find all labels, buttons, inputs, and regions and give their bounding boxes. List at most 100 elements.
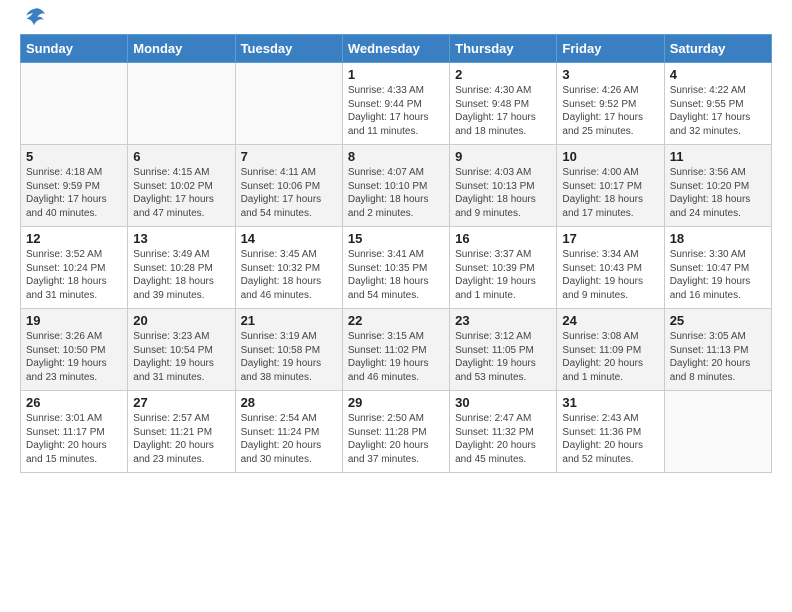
weekday-header-thursday: Thursday (450, 35, 557, 63)
day-info: Sunrise: 3:41 AM Sunset: 10:35 PM Daylig… (348, 248, 444, 302)
calendar-day-empty (21, 63, 128, 145)
calendar-day-16: 16Sunrise: 3:37 AM Sunset: 10:39 PM Dayl… (450, 227, 557, 309)
day-info: Sunrise: 2:43 AM Sunset: 11:36 PM Daylig… (562, 412, 658, 466)
day-info: Sunrise: 3:45 AM Sunset: 10:32 PM Daylig… (241, 248, 337, 302)
day-number: 2 (455, 67, 551, 82)
day-number: 20 (133, 313, 229, 328)
day-number: 10 (562, 149, 658, 164)
weekday-header-sunday: Sunday (21, 35, 128, 63)
day-number: 3 (562, 67, 658, 82)
calendar-day-15: 15 Sunrise: 3:41 AM Sunset: 10:35 PM Dayl… (342, 227, 449, 309)
calendar-day-22: 22 Sunrise: 3:15 AM Sunset: 11:02 PM Dayl… (342, 309, 449, 391)
calendar-day-31: 31 Sunrise: 2:43 AM Sunset: 11:36 PM Dayl… (557, 391, 664, 473)
calendar-day-20: 20 Sunrise: 3:23 AM Sunset: 10:54 PM Dayl… (128, 309, 235, 391)
calendar-week-row: 5 Sunrise: 4:18 AM Sunset: 9:59 PM Daylig… (21, 145, 772, 227)
day-number: 11 (670, 149, 766, 164)
day-info: Sunrise: 4:07 AM Sunset: 10:10 PM Daylig… (348, 166, 444, 220)
day-info: Sunrise: 3:15 AM Sunset: 11:02 PM Daylig… (348, 330, 444, 384)
calendar-day-25: 25 Sunrise: 3:05 AM Sunset: 11:13 PM Dayl… (664, 309, 771, 391)
calendar-day-2: 2 Sunrise: 4:30 AM Sunset: 9:48 PM Daylig… (450, 63, 557, 145)
calendar-day-23: 23 Sunrise: 3:12 AM Sunset: 11:05 PM Dayl… (450, 309, 557, 391)
day-info: Sunrise: 2:47 AM Sunset: 11:32 PM Daylig… (455, 412, 551, 466)
day-number: 25 (670, 313, 766, 328)
day-info: Sunrise: 4:30 AM Sunset: 9:48 PM Dayligh… (455, 84, 551, 138)
logo-bird-icon (24, 6, 46, 28)
day-number: 6 (133, 149, 229, 164)
day-info: Sunrise: 4:33 AM Sunset: 9:44 PM Dayligh… (348, 84, 444, 138)
calendar-day-28: 28 Sunrise: 2:54 AM Sunset: 11:24 PM Dayl… (235, 391, 342, 473)
page-header (20, 16, 772, 28)
calendar-week-row: 26 Sunrise: 3:01 AM Sunset: 11:17 PM Dayl… (21, 391, 772, 473)
day-number: 28 (241, 395, 337, 410)
day-number: 26 (26, 395, 122, 410)
calendar-day-5: 5 Sunrise: 4:18 AM Sunset: 9:59 PM Daylig… (21, 145, 128, 227)
calendar-day-3: 3 Sunrise: 4:26 AM Sunset: 9:52 PM Daylig… (557, 63, 664, 145)
day-number: 4 (670, 67, 766, 82)
calendar-day-empty (128, 63, 235, 145)
calendar-day-9: 9 Sunrise: 4:03 AM Sunset: 10:13 PM Dayli… (450, 145, 557, 227)
weekday-header-friday: Friday (557, 35, 664, 63)
day-number: 14 (241, 231, 337, 246)
day-info: Sunrise: 3:56 AM Sunset: 10:20 PM Daylig… (670, 166, 766, 220)
day-info: Sunrise: 2:54 AM Sunset: 11:24 PM Daylig… (241, 412, 337, 466)
day-info: Sunrise: 4:03 AM Sunset: 10:13 PM Daylig… (455, 166, 551, 220)
day-info: Sunrise: 3:23 AM Sunset: 10:54 PM Daylig… (133, 330, 229, 384)
calendar-day-26: 26 Sunrise: 3:01 AM Sunset: 11:17 PM Dayl… (21, 391, 128, 473)
day-info: Sunrise: 3:19 AM Sunset: 10:58 PM Daylig… (241, 330, 337, 384)
day-info: Sunrise: 4:00 AM Sunset: 10:17 PM Daylig… (562, 166, 658, 220)
day-number: 12 (26, 231, 122, 246)
calendar-day-10: 10 Sunrise: 4:00 AM Sunset: 10:17 PM Dayl… (557, 145, 664, 227)
day-number: 21 (241, 313, 337, 328)
day-number: 17 (562, 231, 658, 246)
day-info: Sunrise: 3:34 AM Sunset: 10:43 PM Daylig… (562, 248, 658, 302)
day-number: 13 (133, 231, 229, 246)
day-info: Sunrise: 2:50 AM Sunset: 11:28 PM Daylig… (348, 412, 444, 466)
day-number: 16 (455, 231, 551, 246)
calendar-day-6: 6Sunrise: 4:15 AM Sunset: 10:02 PM Dayli… (128, 145, 235, 227)
calendar-day-17: 17 Sunrise: 3:34 AM Sunset: 10:43 PM Dayl… (557, 227, 664, 309)
calendar-day-21: 21 Sunrise: 3:19 AM Sunset: 10:58 PM Dayl… (235, 309, 342, 391)
calendar-day-30: 30Sunrise: 2:47 AM Sunset: 11:32 PM Dayl… (450, 391, 557, 473)
calendar-day-19: 19 Sunrise: 3:26 AM Sunset: 10:50 PM Dayl… (21, 309, 128, 391)
day-number: 29 (348, 395, 444, 410)
calendar-week-row: 12 Sunrise: 3:52 AM Sunset: 10:24 PM Dayl… (21, 227, 772, 309)
day-info: Sunrise: 4:26 AM Sunset: 9:52 PM Dayligh… (562, 84, 658, 138)
day-info: Sunrise: 3:01 AM Sunset: 11:17 PM Daylig… (26, 412, 122, 466)
day-info: Sunrise: 4:11 AM Sunset: 10:06 PM Daylig… (241, 166, 337, 220)
calendar-day-empty (235, 63, 342, 145)
day-info: Sunrise: 3:26 AM Sunset: 10:50 PM Daylig… (26, 330, 122, 384)
weekday-header-tuesday: Tuesday (235, 35, 342, 63)
day-info: Sunrise: 3:05 AM Sunset: 11:13 PM Daylig… (670, 330, 766, 384)
logo (20, 16, 46, 28)
calendar-day-1: 1Sunrise: 4:33 AM Sunset: 9:44 PM Daylig… (342, 63, 449, 145)
calendar-day-4: 4 Sunrise: 4:22 AM Sunset: 9:55 PM Daylig… (664, 63, 771, 145)
weekday-header-row: SundayMondayTuesdayWednesdayThursdayFrid… (21, 35, 772, 63)
calendar-day-14: 14 Sunrise: 3:45 AM Sunset: 10:32 PM Dayl… (235, 227, 342, 309)
weekday-header-wednesday: Wednesday (342, 35, 449, 63)
calendar-day-27: 27Sunrise: 2:57 AM Sunset: 11:21 PM Dayl… (128, 391, 235, 473)
calendar-table: SundayMondayTuesdayWednesdayThursdayFrid… (20, 34, 772, 473)
day-info: Sunrise: 4:22 AM Sunset: 9:55 PM Dayligh… (670, 84, 766, 138)
day-number: 15 (348, 231, 444, 246)
day-info: Sunrise: 3:12 AM Sunset: 11:05 PM Daylig… (455, 330, 551, 384)
day-number: 5 (26, 149, 122, 164)
day-number: 19 (26, 313, 122, 328)
calendar-day-18: 18 Sunrise: 3:30 AM Sunset: 10:47 PM Dayl… (664, 227, 771, 309)
day-info: Sunrise: 3:30 AM Sunset: 10:47 PM Daylig… (670, 248, 766, 302)
calendar-day-29: 29 Sunrise: 2:50 AM Sunset: 11:28 PM Dayl… (342, 391, 449, 473)
day-number: 18 (670, 231, 766, 246)
day-info: Sunrise: 3:49 AM Sunset: 10:28 PM Daylig… (133, 248, 229, 302)
calendar-day-24: 24 Sunrise: 3:08 AM Sunset: 11:09 PM Dayl… (557, 309, 664, 391)
calendar-day-8: 8Sunrise: 4:07 AM Sunset: 10:10 PM Dayli… (342, 145, 449, 227)
weekday-header-monday: Monday (128, 35, 235, 63)
day-info: Sunrise: 4:18 AM Sunset: 9:59 PM Dayligh… (26, 166, 122, 220)
day-number: 31 (562, 395, 658, 410)
day-number: 24 (562, 313, 658, 328)
day-number: 22 (348, 313, 444, 328)
day-info: Sunrise: 3:52 AM Sunset: 10:24 PM Daylig… (26, 248, 122, 302)
calendar-day-12: 12 Sunrise: 3:52 AM Sunset: 10:24 PM Dayl… (21, 227, 128, 309)
day-number: 9 (455, 149, 551, 164)
day-info: Sunrise: 3:08 AM Sunset: 11:09 PM Daylig… (562, 330, 658, 384)
day-number: 27 (133, 395, 229, 410)
day-number: 23 (455, 313, 551, 328)
